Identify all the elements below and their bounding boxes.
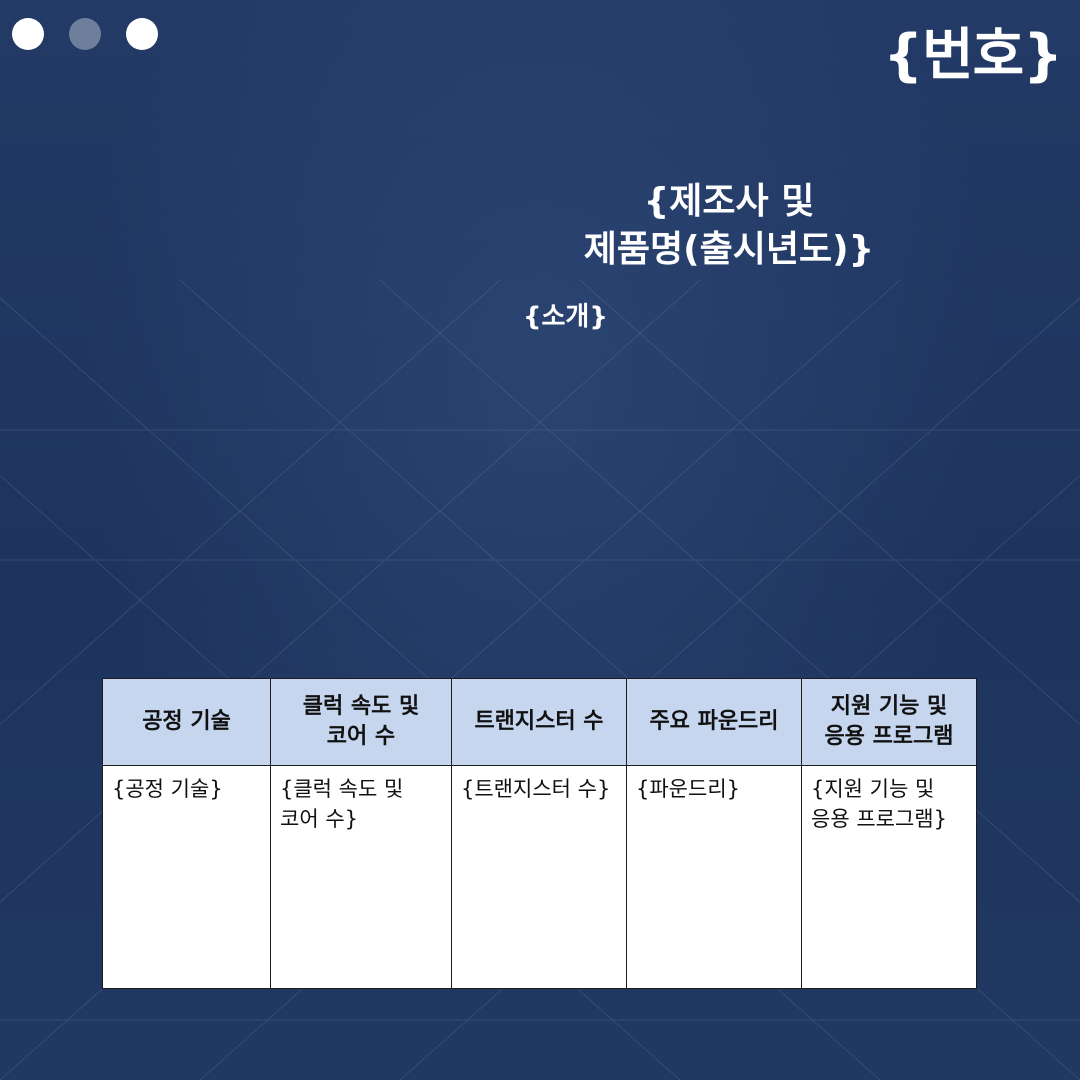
cell-foundry: {파운드리} [626, 765, 802, 989]
cell-transistor-count: {트랜지스터 수} [451, 765, 627, 989]
window-controls [12, 18, 158, 50]
header-process-tech: 공정 기술 [102, 678, 271, 766]
cell-features-apps: {지원 기능 및 응용 프로그램} [801, 765, 977, 989]
table-row: {공정 기술} {클럭 속도 및 코어 수} {트랜지스터 수} {파운드리} … [102, 765, 977, 989]
cell-clock-cores: {클럭 속도 및 코어 수} [270, 765, 452, 989]
header-foundry: 주요 파운드리 [626, 678, 802, 766]
page-title: {제조사 및 제품명(출시년도)} [583, 181, 875, 270]
spec-table: 공정 기술 클럭 속도 및 코어 수 트랜지스터 수 주요 파운드리 지원 기능… [102, 678, 977, 989]
header-clock-cores: 클럭 속도 및 코어 수 [270, 678, 452, 766]
window-dot-icon [12, 18, 44, 50]
number-label: {번호} [883, 23, 1063, 88]
window-dot-icon [126, 18, 158, 50]
header-features-apps: 지원 기능 및 응용 프로그램 [801, 678, 977, 766]
table-header-row: 공정 기술 클럭 속도 및 코어 수 트랜지스터 수 주요 파운드리 지원 기능… [102, 678, 977, 766]
cell-process-tech: {공정 기술} [102, 765, 271, 989]
header-transistor-count: 트랜지스터 수 [451, 678, 627, 766]
intro-text: {소개} [523, 302, 608, 332]
window-dot-icon [69, 18, 101, 50]
